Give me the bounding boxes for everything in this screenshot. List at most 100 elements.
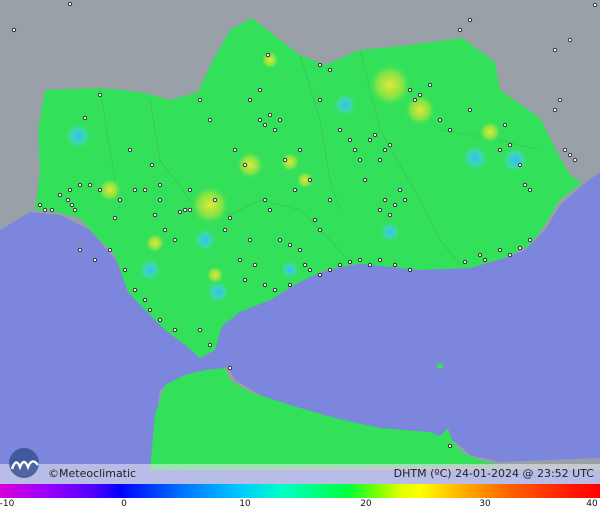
station-marker — [457, 27, 463, 33]
station-marker — [277, 117, 283, 123]
station-marker — [467, 17, 473, 23]
copyright-symbol: © — [48, 467, 59, 480]
station-marker — [397, 187, 403, 193]
station-marker — [262, 122, 268, 128]
station-marker — [307, 267, 313, 273]
station-marker — [267, 207, 273, 213]
station-marker — [392, 262, 398, 268]
station-marker — [317, 97, 323, 103]
station-marker — [507, 142, 513, 148]
station-marker — [207, 117, 213, 123]
station-marker — [527, 237, 533, 243]
station-marker — [177, 209, 183, 215]
station-marker — [507, 252, 513, 258]
station-marker — [327, 267, 333, 273]
station-marker — [65, 197, 71, 203]
brand-credit: ©Meteoclimatic — [48, 467, 136, 480]
station-marker — [402, 197, 408, 203]
station-marker — [347, 259, 353, 265]
station-marker — [407, 87, 413, 93]
station-marker — [162, 227, 168, 233]
station-marker — [382, 197, 388, 203]
station-marker — [242, 277, 248, 283]
station-marker — [97, 92, 103, 98]
station-marker — [467, 107, 473, 113]
meteoclimatic-logo-icon — [9, 448, 39, 478]
station-marker — [417, 92, 423, 98]
station-marker — [77, 182, 83, 188]
station-marker — [297, 247, 303, 253]
station-marker — [87, 182, 93, 188]
station-marker — [412, 97, 418, 103]
station-marker — [337, 127, 343, 133]
station-marker — [272, 127, 278, 133]
station-marker — [552, 107, 558, 113]
station-marker — [572, 157, 578, 163]
scale-tick: 10 — [239, 499, 251, 509]
station-marker — [207, 342, 213, 348]
station-marker — [157, 182, 163, 188]
station-marker — [372, 132, 378, 138]
scale-tick: 0 — [121, 499, 127, 509]
station-marker — [327, 197, 333, 203]
station-marker — [517, 245, 523, 251]
station-marker — [187, 207, 193, 213]
station-marker — [172, 327, 178, 333]
station-marker — [67, 187, 73, 193]
station-marker — [307, 177, 313, 183]
station-marker — [447, 443, 453, 449]
scale-tick: 20 — [360, 499, 372, 509]
station-marker — [142, 187, 148, 193]
station-marker — [462, 259, 468, 265]
station-marker — [69, 202, 75, 208]
station-marker — [127, 147, 133, 153]
station-marker — [77, 247, 83, 253]
station-marker — [437, 117, 443, 123]
station-marker — [172, 237, 178, 243]
station-marker — [157, 317, 163, 323]
station-marker — [377, 257, 383, 263]
station-marker — [352, 147, 358, 153]
station-marker — [262, 282, 268, 288]
station-marker — [262, 197, 268, 203]
station-marker — [407, 267, 413, 273]
station-marker — [227, 365, 233, 371]
station-marker — [287, 282, 293, 288]
timestamp-label: 24-01-2024 @ 23:52 UTC — [455, 467, 594, 480]
station-marker — [317, 227, 323, 233]
scale-tick: 30 — [479, 499, 491, 509]
station-marker — [367, 262, 373, 268]
station-marker — [527, 187, 533, 193]
station-marker — [277, 237, 283, 243]
color-scale-bar — [0, 484, 600, 498]
station-marker — [497, 147, 503, 153]
station-marker — [272, 287, 278, 293]
station-marker — [57, 192, 63, 198]
station-marker — [197, 327, 203, 333]
station-marker — [117, 197, 123, 203]
temperature-map[interactable] — [0, 0, 600, 517]
station-marker — [132, 287, 138, 293]
station-marker — [387, 212, 393, 218]
station-marker — [247, 97, 253, 103]
station-marker — [187, 187, 193, 193]
station-marker — [232, 147, 238, 153]
station-marker — [107, 247, 113, 253]
station-marker — [497, 247, 503, 253]
station-marker — [427, 82, 433, 88]
station-marker — [377, 157, 383, 163]
station-marker — [149, 162, 155, 168]
station-marker — [182, 207, 188, 213]
station-marker — [252, 262, 258, 268]
station-marker — [197, 97, 203, 103]
station-marker — [212, 197, 218, 203]
station-marker — [337, 262, 343, 268]
station-marker — [222, 227, 228, 233]
station-marker — [247, 237, 253, 243]
color-scale-ticks: -10 0 10 20 30 40 — [0, 498, 600, 517]
station-marker — [592, 2, 598, 8]
station-marker — [317, 62, 323, 68]
station-marker — [92, 257, 98, 263]
scale-tick: 40 — [586, 499, 598, 509]
station-marker — [132, 187, 138, 193]
